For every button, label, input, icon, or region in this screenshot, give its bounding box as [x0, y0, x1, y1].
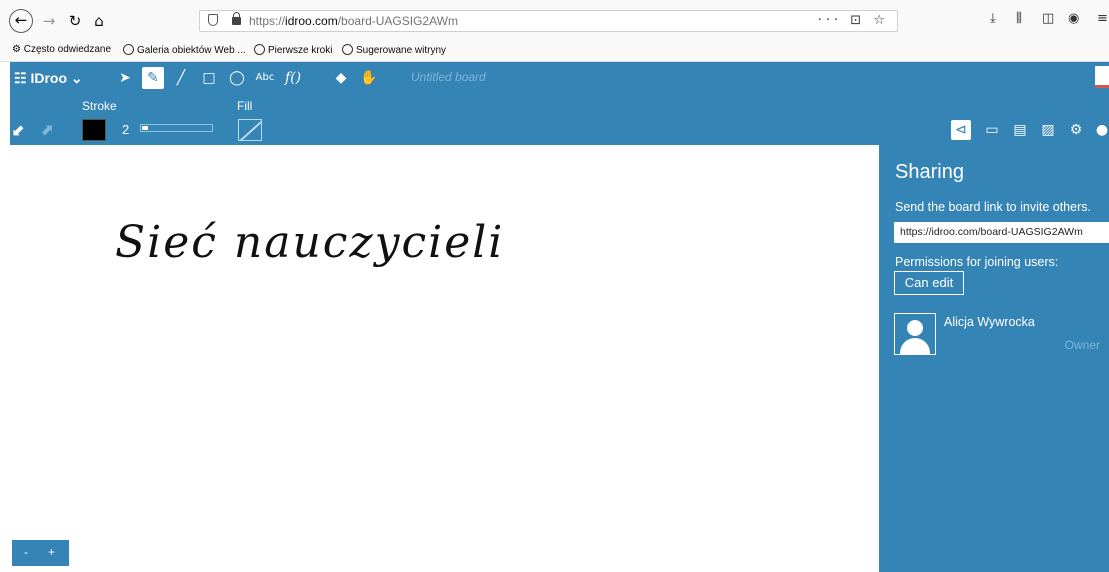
- group-icon: ☷: [14, 70, 31, 86]
- library-icon[interactable]: ⫼: [1016, 11, 1022, 26]
- zoom-controls: - +: [12, 540, 69, 566]
- fill-label: Fill: [237, 99, 253, 113]
- account-icon[interactable]: ◉: [1068, 11, 1079, 26]
- stroke-label: Stroke: [82, 99, 117, 113]
- gear-icon: ⚙: [12, 44, 24, 55]
- sidebar-icon[interactable]: ◫: [1042, 11, 1054, 26]
- rectangle-tool-icon[interactable]: □: [198, 67, 220, 89]
- menu-icon[interactable]: ≡: [1097, 11, 1108, 26]
- text-tool-icon[interactable]: Abc: [254, 67, 276, 89]
- stroke-color-swatch[interactable]: [82, 119, 106, 141]
- handwritten-text[interactable]: Sieć nauczycieli: [115, 217, 504, 268]
- select-tool-icon[interactable]: ➤: [114, 67, 136, 89]
- whiteboard-canvas[interactable]: Sieć nauczycieli - +: [10, 145, 878, 572]
- stroke-width-slider[interactable]: [140, 124, 213, 132]
- download-icon[interactable]: ⤓: [990, 11, 996, 26]
- bookmark-item[interactable]: Galeria obiektów Web ...: [123, 44, 246, 56]
- page-actions[interactable]: ··· ⊡ ☆: [818, 13, 889, 28]
- formula-tool-icon[interactable]: f(): [282, 67, 304, 89]
- back-button[interactable]: ←: [9, 9, 33, 33]
- document-icon[interactable]: ▤: [1010, 120, 1030, 140]
- globe-icon: [123, 44, 134, 55]
- url-text[interactable]: https://idroo.com/board-UAGSIG2AWm: [249, 14, 458, 28]
- chat-icon[interactable]: ▭: [982, 120, 1002, 140]
- permission-select[interactable]: Can edit: [894, 271, 964, 295]
- bookmark-item[interactable]: ⚙ Często odwiedzane: [12, 44, 111, 55]
- avatar: [894, 313, 936, 355]
- user-avatar-top[interactable]: [1095, 66, 1109, 88]
- reload-button[interactable]: ↻: [64, 10, 86, 32]
- user-role: Owner: [1064, 338, 1100, 352]
- users-icon[interactable]: ●: [1092, 120, 1109, 140]
- sharing-description: Send the board link to invite others.: [895, 200, 1091, 214]
- share-link-field[interactable]: https://idroo.com/board-UAGSIG2AWm: [894, 222, 1109, 243]
- user-name: Alicja Wywrocka: [944, 315, 1035, 329]
- fill-color-swatch[interactable]: [238, 119, 262, 141]
- panel-title: Sharing: [895, 161, 964, 183]
- line-tool-icon[interactable]: ╱: [170, 67, 192, 89]
- url-bar[interactable]: https://idroo.com/board-UAGSIG2AWm ··· ⊡…: [199, 10, 898, 32]
- bookmarks-bar: ⚙ Często odwiedzane Galeria obiektów Web…: [0, 40, 1109, 62]
- ellipse-tool-icon[interactable]: ◯: [226, 67, 248, 89]
- lock-icon[interactable]: [232, 12, 241, 25]
- settings-icon[interactable]: ⚙: [1066, 120, 1086, 140]
- globe-icon: [254, 44, 265, 55]
- forward-button[interactable]: →: [38, 10, 60, 32]
- tracking-shield-icon[interactable]: [208, 14, 218, 26]
- globe-icon: [342, 44, 353, 55]
- app-toolbar: ☷ IDroo ⌄ ➤ ✎ ╱ □ ◯ Abc f() ◆ ✋ Untitled…: [10, 62, 1109, 145]
- image-icon[interactable]: ▨: [1038, 120, 1058, 140]
- share-icon[interactable]: ⊲: [951, 120, 971, 140]
- sharing-panel: Sharing Send the board link to invite ot…: [879, 145, 1109, 572]
- permissions-label: Permissions for joining users:: [895, 255, 1059, 269]
- undo-arrow-icon[interactable]: ⬋: [12, 120, 25, 139]
- zoom-in-button[interactable]: +: [48, 545, 55, 559]
- home-button[interactable]: ⌂: [88, 10, 110, 32]
- browser-toolbar: ← → ↻ ⌂ https://idroo.com/board-UAGSIG2A…: [0, 0, 1109, 40]
- redo-arrow-icon[interactable]: ⬈: [40, 120, 53, 139]
- bookmark-item[interactable]: Pierwsze kroki: [254, 44, 332, 56]
- board-title[interactable]: Untitled board: [411, 70, 486, 84]
- eraser-tool-icon[interactable]: ◆: [330, 67, 352, 89]
- bookmark-item[interactable]: Sugerowane witryny: [342, 44, 446, 56]
- pan-tool-icon[interactable]: ✋: [358, 67, 380, 89]
- zoom-out-button[interactable]: -: [24, 545, 28, 559]
- pen-tool-icon[interactable]: ✎: [142, 67, 164, 89]
- brand-menu[interactable]: ☷ IDroo ⌄: [14, 70, 83, 87]
- stroke-width-value: 2: [122, 122, 130, 137]
